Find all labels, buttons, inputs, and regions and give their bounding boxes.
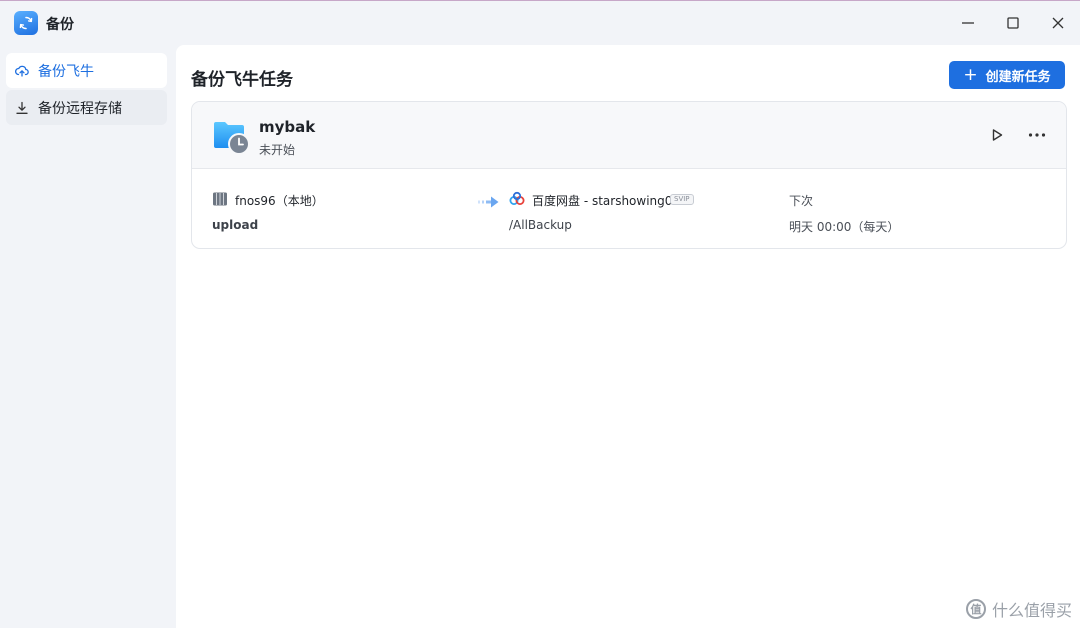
watermark-text: 什么值得买 (991, 601, 1072, 620)
sidebar-item-backup-remote[interactable]: 备份远程存储 (6, 90, 167, 125)
create-task-button[interactable]: + 创建新任务 (949, 61, 1065, 89)
close-icon (1052, 17, 1064, 29)
title-bar: 备份 (0, 1, 1080, 45)
more-horizontal-icon (1028, 133, 1046, 137)
watermark: 值 什么值得买 (965, 597, 1072, 621)
destination-name: 百度网盘 - starshowing04 (532, 194, 681, 208)
source-name: fnos96（本地） (235, 194, 324, 208)
smzdm-logo-icon: 值 (965, 599, 986, 619)
task-name: mybak (259, 118, 316, 136)
schedule-value: 明天 00:00（每天） (789, 220, 900, 234)
run-task-button[interactable] (988, 126, 1006, 144)
baidu-netdisk-icon (509, 191, 525, 211)
task-status: 未开始 (259, 143, 296, 157)
nas-device-icon (212, 191, 228, 211)
maximize-icon (1007, 17, 1019, 29)
sidebar-item-backup-fnos[interactable]: 备份飞牛 (6, 53, 167, 88)
minimize-button[interactable] (954, 9, 982, 37)
play-icon (992, 129, 1003, 141)
page-title: 备份飞牛任务 (191, 70, 293, 90)
app-title: 备份 (46, 17, 74, 33)
cloud-upload-icon (15, 64, 29, 78)
task-card-header: mybak 未开始 (192, 102, 1066, 169)
more-options-button[interactable] (1026, 126, 1048, 144)
close-button[interactable] (1044, 9, 1072, 37)
source-path: upload (212, 218, 259, 232)
sidebar-item-label: 备份飞牛 (38, 63, 94, 80)
maximize-button[interactable] (999, 9, 1027, 37)
scheduled-folder-icon (212, 118, 250, 156)
sidebar: 备份飞牛 备份远程存储 (0, 45, 176, 628)
sidebar-item-label: 备份远程存储 (38, 100, 122, 117)
backup-sync-icon (14, 11, 38, 35)
minimize-icon (962, 22, 974, 24)
main-panel: 备份飞牛任务 + 创建新任务 mybak 未开始 fnos96（本地） uplo… (176, 45, 1080, 628)
schedule-label: 下次 (789, 194, 814, 208)
download-icon (15, 101, 29, 115)
app-window: 备份 备份飞牛 备份远程存储 备份飞牛任务 + 创建新任务 mybak 未开始 … (0, 0, 1080, 628)
create-task-label: 创建新任务 (985, 69, 1051, 85)
plus-icon: + (963, 64, 978, 85)
transfer-arrow-icon (478, 194, 500, 213)
destination-path: /AllBackup (509, 218, 572, 232)
svip-badge: SVIP (670, 194, 694, 205)
task-card[interactable]: mybak 未开始 fnos96（本地） upload 百度网盘 - stars… (191, 101, 1067, 249)
